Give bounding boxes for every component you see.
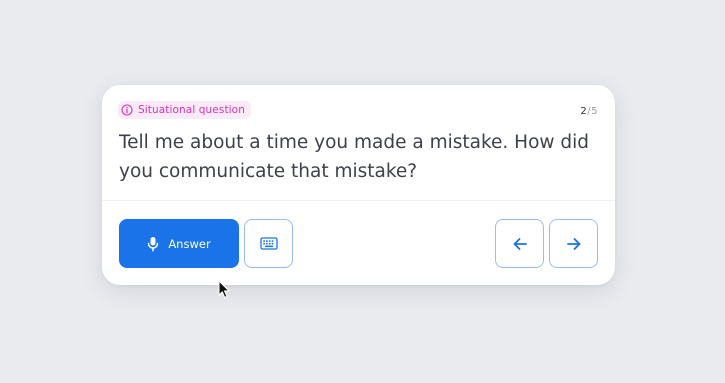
microphone-icon (147, 236, 159, 252)
divider (102, 200, 615, 201)
question-card: Situational question 2/5 Tell me about a… (102, 85, 615, 285)
arrow-right-icon (566, 236, 582, 252)
question-type-badge: Situational question (118, 101, 251, 119)
next-button[interactable] (549, 219, 598, 268)
answer-button[interactable]: Answer (119, 219, 239, 268)
keyboard-button[interactable] (244, 219, 293, 268)
mouse-cursor-icon (218, 280, 230, 303)
previous-button[interactable] (495, 219, 544, 268)
keyboard-icon (259, 237, 278, 250)
answer-button-label: Answer (168, 236, 211, 251)
arrow-left-icon (512, 236, 528, 252)
counter-total: /5 (587, 106, 598, 117)
badge-label: Situational question (138, 104, 245, 116)
question-counter: 2/5 (580, 106, 598, 117)
question-text: Tell me about a time you made a mistake.… (119, 132, 590, 182)
info-icon (121, 104, 133, 116)
